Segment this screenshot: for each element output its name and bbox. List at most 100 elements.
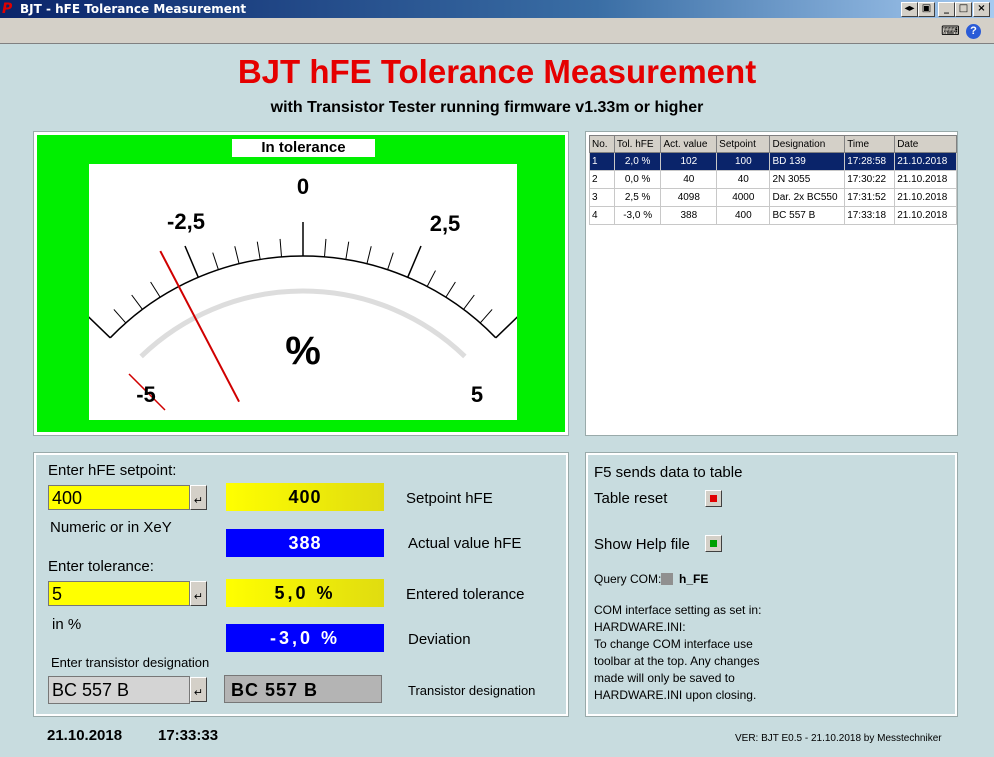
restore-toolbar-icon[interactable]: ◂▸: [901, 2, 918, 17]
show-help-button[interactable]: [705, 535, 722, 552]
meter-background: In tolerance 0 -2,5 2,5 -5 5 %: [37, 135, 565, 432]
empty-row: [590, 405, 957, 423]
empty-row: [590, 315, 957, 333]
empty-row: [590, 387, 957, 405]
f5-hint: F5 sends data to table: [594, 464, 743, 481]
window-title: BJT - hFE Tolerance Measurement: [20, 2, 247, 16]
setpoint-input[interactable]: 400: [48, 485, 190, 510]
results-table-panel: No. Tol. hFE Act. value Setpoint Designation…: [585, 131, 958, 436]
tolerance-hint: in %: [52, 616, 82, 633]
empty-row: [590, 279, 957, 297]
meter-face: 0 -2,5 2,5 -5 5 %: [89, 164, 517, 420]
scale-tick: [445, 281, 456, 298]
scale-tick: [387, 252, 394, 270]
move-icon[interactable]: ▣: [918, 2, 935, 17]
table-cell: Dar. 2x BC550: [769, 188, 846, 207]
table-cell: BC 557 B: [769, 206, 846, 225]
table-reset-button[interactable]: [705, 490, 722, 507]
com-status-indicator: [661, 573, 673, 585]
scale-label-0: 0: [297, 174, 309, 199]
column-header[interactable]: Setpoint: [716, 135, 771, 153]
table-cell: 100: [716, 152, 771, 171]
table-cell: 2,5 %: [613, 188, 662, 207]
table-row[interactable]: 1 2,0 % 102 100 BD 139 17:28:58 21.10.2018: [589, 152, 957, 171]
current-date: 21.10.2018: [47, 727, 123, 744]
scale-tick: [279, 238, 283, 257]
table-row[interactable]: 3 2,5 % 4098 4000 Dar. 2x BC550 17:31:52 21.10…: [589, 188, 957, 207]
maximize-button[interactable]: □: [955, 2, 972, 17]
scale-tick: [345, 241, 350, 260]
tolerance-input[interactable]: 5: [48, 581, 190, 606]
tolerance-display-label: Entered tolerance: [406, 586, 525, 603]
table-cell: 21.10.2018: [894, 152, 957, 171]
scale-tick: [479, 309, 493, 324]
table-row[interactable]: 2 0,0 % 40 40 2N 3055 17:30:22 21.10.2018: [589, 170, 957, 189]
table-row[interactable]: 4 -3,0 % 388 400 BC 557 B 17:33:18 21.10.2018: [589, 206, 957, 225]
close-button[interactable]: ×: [973, 2, 990, 17]
column-header[interactable]: No.: [589, 135, 615, 153]
designation-display: BC 557 B: [224, 675, 382, 703]
meter-panel: In tolerance 0 -2,5 2,5 -5 5 %: [33, 131, 569, 436]
column-header[interactable]: Time: [844, 135, 896, 153]
deviation-label: Deviation: [408, 631, 471, 648]
table-reset-label: Table reset: [594, 490, 668, 507]
table-cell: 4000: [716, 188, 771, 207]
scale-tick: [212, 252, 219, 270]
table-cell: 4098: [660, 188, 718, 207]
actual-value-display: 388: [226, 529, 384, 557]
scale-tick: [150, 281, 161, 298]
note-line-4: toolbar at the top. Any changes: [594, 654, 760, 668]
tolerance-enter-button[interactable]: ↵: [190, 581, 207, 606]
column-header[interactable]: Act. value: [660, 135, 718, 153]
table-cell: 102: [660, 152, 718, 171]
column-header[interactable]: Designation: [769, 135, 846, 153]
designation-label: Enter transistor designation: [51, 655, 210, 670]
scale-tick: [495, 316, 517, 339]
table-cell: -3,0 %: [613, 206, 662, 225]
table-cell: 0,0 %: [613, 170, 662, 189]
table-header-row: No. Tol. hFE Act. value Setpoint Designation…: [589, 135, 957, 153]
scale-tick: [234, 246, 240, 264]
table-cell: 388: [660, 206, 718, 225]
app-icon: P: [2, 1, 13, 17]
tolerance-status: In tolerance: [232, 139, 375, 157]
query-com-label: Query COM:: [594, 572, 662, 586]
page-title: BJT hFE Tolerance Measurement: [237, 53, 757, 90]
column-header[interactable]: Date: [894, 135, 957, 153]
table-cell: 17:33:18: [844, 206, 896, 225]
empty-row: [590, 243, 957, 261]
empty-row: [590, 225, 957, 243]
table-cell: 400: [716, 206, 771, 225]
scale-label-2-5: 2,5: [430, 211, 461, 236]
setpoint-label: Enter hFE setpoint:: [48, 462, 177, 479]
page-subtitle: with Transistor Tester running firmware …: [270, 99, 704, 116]
results-table[interactable]: No. Tol. hFE Act. value Setpoint Designation…: [589, 135, 957, 423]
table-cell: 21.10.2018: [894, 188, 957, 207]
com-settings-icon[interactable]: ⌨: [941, 22, 960, 40]
current-time: 17:33:33: [158, 727, 219, 744]
scale-tick: [366, 246, 372, 264]
scale-tick: [323, 238, 327, 257]
scale-tick: [407, 245, 422, 278]
minimize-button[interactable]: _: [938, 2, 955, 17]
scale-label-minus-5: -5: [136, 382, 156, 407]
designation-enter-button[interactable]: ↵: [190, 677, 207, 702]
empty-row: [590, 369, 957, 387]
note-line-5: made will only be saved to: [594, 671, 735, 685]
title-bar: P BJT - hFE Tolerance Measurement ◂▸ ▣ _…: [0, 0, 994, 18]
scale-tick: [131, 294, 143, 310]
table-cell: 40: [716, 170, 771, 189]
empty-row: [590, 333, 957, 351]
note-line-3: To change COM interface use: [594, 637, 753, 651]
designation-display-label: Transistor designation: [408, 683, 536, 698]
deviation-display: -3,0 %: [226, 624, 384, 652]
toolbar: ⌨ ?: [0, 18, 994, 44]
scale-tick: [184, 245, 199, 278]
setpoint-enter-button[interactable]: ↵: [190, 485, 207, 510]
designation-input[interactable]: BC 557 B: [48, 676, 190, 704]
table-cell: 2N 3055: [769, 170, 846, 189]
column-header[interactable]: Tol. hFE: [613, 135, 662, 153]
show-help-label: Show Help file: [594, 536, 690, 553]
scale-label-minus-2-5: -2,5: [167, 209, 205, 234]
help-icon[interactable]: ?: [966, 24, 981, 39]
